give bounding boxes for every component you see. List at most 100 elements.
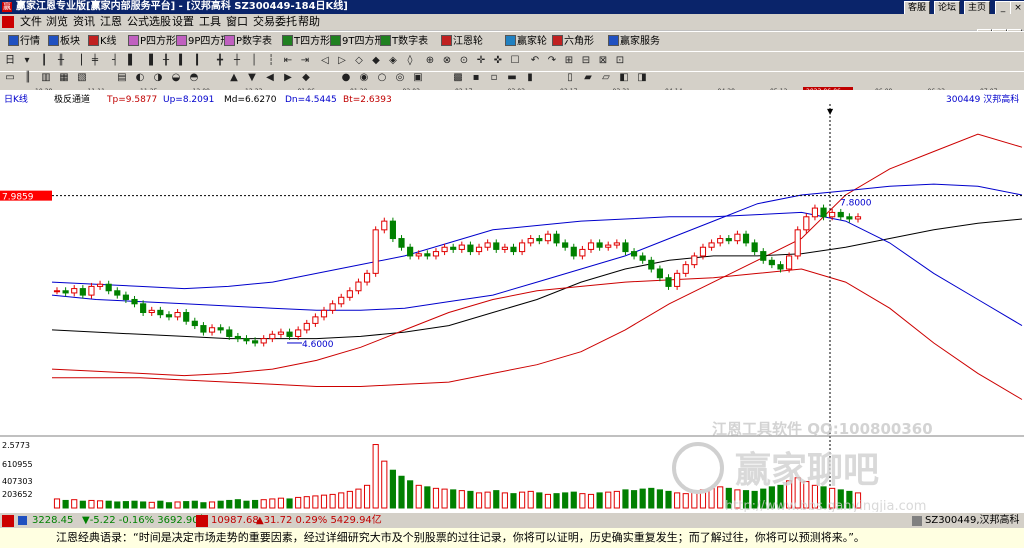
volume-bar bbox=[329, 493, 336, 509]
chart-tool-icon[interactable]: ● bbox=[340, 72, 352, 84]
chart-tool-icon[interactable]: ▮ bbox=[524, 72, 536, 84]
toolbar-button-10[interactable]: 江恩轮 bbox=[441, 34, 483, 49]
menu-browse[interactable]: 浏览 bbox=[46, 14, 68, 30]
drawing-tool-icon[interactable]: ┼ bbox=[231, 54, 243, 68]
menu-help[interactable]: 帮助 bbox=[298, 14, 320, 30]
drawing-tool-icon[interactable]: ▎ bbox=[194, 54, 206, 68]
drawing-tool-icon[interactable]: ╂ bbox=[160, 54, 172, 68]
drawing-tool-icon[interactable]: ✜ bbox=[492, 54, 504, 68]
drawing-tool-icon[interactable]: ◊ bbox=[404, 54, 416, 68]
menu-formula[interactable]: 公式选股 bbox=[127, 14, 171, 30]
chart-tool-icon[interactable]: ▰ bbox=[582, 72, 594, 84]
menu-file[interactable]: 文件 bbox=[20, 14, 42, 30]
menu-tools[interactable]: 工具 bbox=[199, 14, 221, 30]
toolbar-button-9[interactable]: T数字表 bbox=[380, 34, 428, 49]
close-button[interactable]: × bbox=[1010, 1, 1024, 15]
drawing-tool-icon[interactable]: ▐ bbox=[143, 54, 155, 68]
chart-tool-icon[interactable]: ▧ bbox=[76, 72, 88, 84]
drawing-tool-icon[interactable]: ⊞ bbox=[563, 54, 575, 68]
chart-tool-icon[interactable]: ▼ bbox=[246, 72, 258, 84]
menu-gann[interactable]: 江恩 bbox=[100, 14, 122, 30]
chart-area[interactable]: 日K线 极反通道 Tp=9.5877 Up=8.2091 Md=6.6270 Dn=4.5… bbox=[0, 90, 1024, 514]
chart-tool-icon[interactable]: ▪ bbox=[470, 72, 482, 84]
kline-chart[interactable]: 日K线 极反通道 Tp=9.5877 Up=8.2091 Md=6.6270 Dn=4.5… bbox=[0, 90, 1024, 514]
drawing-tool-icon[interactable]: ↷ bbox=[546, 54, 558, 68]
drawing-tool-icon[interactable]: ⇥ bbox=[299, 54, 311, 68]
drawing-tool-icon[interactable]: ┤ bbox=[109, 54, 121, 68]
chart-tool-icon[interactable]: ◎ bbox=[394, 72, 406, 84]
drawing-tool-icon[interactable]: ⊕ bbox=[424, 54, 436, 68]
chart-tool-icon[interactable]: ◑ bbox=[152, 72, 164, 84]
indicator-name: 极反通道 bbox=[54, 93, 90, 105]
drawing-tool-icon[interactable]: ╋ bbox=[214, 54, 226, 68]
drawing-tool-icon[interactable]: ▷ bbox=[336, 54, 348, 68]
drawing-tool-icon[interactable]: ◈ bbox=[387, 54, 399, 68]
toolbar-button-8[interactable]: 9T四方形 bbox=[330, 34, 384, 49]
chart-tool-icon[interactable]: ◧ bbox=[618, 72, 630, 84]
chart-tool-icon[interactable]: ▥ bbox=[40, 72, 52, 84]
forum-button[interactable]: 论坛 bbox=[934, 1, 961, 15]
chart-tool-icon[interactable]: ▣ bbox=[412, 72, 424, 84]
chart-tool-icon[interactable]: ◒ bbox=[170, 72, 182, 84]
menu-settings[interactable]: 设置 bbox=[172, 14, 194, 30]
drawing-tool-icon[interactable]: ⊙ bbox=[458, 54, 470, 68]
drawing-tool-icon[interactable]: ▌ bbox=[126, 54, 138, 68]
toolbar-button-6[interactable]: P数字表 bbox=[224, 34, 272, 49]
toolbar-button-7[interactable]: T四方形 bbox=[282, 34, 330, 49]
drawing-tool-icon[interactable]: ╪ bbox=[89, 54, 101, 68]
toolbar-button-11[interactable]: 赢家轮 bbox=[505, 34, 547, 49]
drawing-tool-icon[interactable]: │ bbox=[248, 54, 260, 68]
drawing-tool-icon[interactable]: 日 bbox=[4, 54, 16, 68]
chart-tool-icon[interactable]: ◓ bbox=[188, 72, 200, 84]
drawing-tool-icon[interactable]: ▍ bbox=[177, 54, 189, 68]
toolbar-button-3[interactable]: K线 bbox=[88, 34, 117, 49]
chart-tool-icon[interactable]: ◆ bbox=[300, 72, 312, 84]
minimize-button[interactable]: _ bbox=[995, 1, 1011, 15]
homepage-button[interactable]: 主页 bbox=[964, 1, 991, 15]
chart-tool-icon[interactable]: ▭ bbox=[4, 72, 16, 84]
toolbar-button-12[interactable]: 六角形 bbox=[552, 34, 594, 49]
toolbar-button-4[interactable]: P四方形 bbox=[128, 34, 176, 49]
chart-tool-icon[interactable]: ▩ bbox=[452, 72, 464, 84]
chart-tool-icon[interactable]: ▱ bbox=[600, 72, 612, 84]
chart-tool-icon[interactable]: ▦ bbox=[58, 72, 70, 84]
menu-info[interactable]: 资讯 bbox=[73, 14, 95, 30]
toolbar-button-5[interactable]: 9P四方形 bbox=[176, 34, 230, 49]
customer-service-button[interactable]: 客服 bbox=[904, 1, 931, 15]
candle-body bbox=[71, 288, 78, 294]
chart-tool-icon[interactable]: ○ bbox=[376, 72, 388, 84]
drawing-tool-icon[interactable]: ▕ bbox=[72, 54, 84, 68]
drawing-tool-icon[interactable]: ↶ bbox=[529, 54, 541, 68]
drawing-tool-icon[interactable]: ┃ bbox=[38, 54, 50, 68]
drawing-tool-icon[interactable]: ◁ bbox=[319, 54, 331, 68]
drawing-tool-icon[interactable]: ⊟ bbox=[580, 54, 592, 68]
chart-tool-icon[interactable]: ▯ bbox=[564, 72, 576, 84]
chart-tool-icon[interactable]: ▬ bbox=[506, 72, 518, 84]
chart-tool-icon[interactable]: ◉ bbox=[358, 72, 370, 84]
chart-tool-icon[interactable]: ▤ bbox=[116, 72, 128, 84]
menu-window[interactable]: 窗口 bbox=[226, 14, 248, 30]
drawing-tool-icon[interactable]: ◆ bbox=[370, 54, 382, 68]
chart-tool-icon[interactable]: ◀ bbox=[264, 72, 276, 84]
drawing-tool-icon[interactable]: ⇤ bbox=[282, 54, 294, 68]
drawing-tool-icon[interactable]: ⊡ bbox=[614, 54, 626, 68]
drawing-tool-icon[interactable]: ☐ bbox=[509, 54, 521, 68]
chart-tool-icon[interactable]: ▶ bbox=[282, 72, 294, 84]
drawing-tool-icon[interactable]: ▾ bbox=[21, 54, 33, 68]
chart-tool-icon[interactable]: ║ bbox=[22, 72, 34, 84]
drawing-tool-icon[interactable]: ⊠ bbox=[597, 54, 609, 68]
menu-trade[interactable]: 交易委托 bbox=[253, 14, 297, 30]
toolbar-button-1[interactable]: 行情 bbox=[8, 34, 40, 49]
drawing-tool-icon[interactable]: ✛ bbox=[475, 54, 487, 68]
drawing-tool-icon[interactable]: ╫ bbox=[55, 54, 67, 68]
drawing-tool-icon[interactable]: ⊗ bbox=[441, 54, 453, 68]
drawing-tool-icon[interactable]: ┆ bbox=[265, 54, 277, 68]
toolbar-button-13[interactable]: 赢家服务 bbox=[608, 34, 660, 49]
chart-tool-icon[interactable]: ◨ bbox=[636, 72, 648, 84]
drawing-tool-icon[interactable]: ◇ bbox=[353, 54, 365, 68]
candle-body bbox=[286, 331, 293, 337]
chart-tool-icon[interactable]: ▲ bbox=[228, 72, 240, 84]
chart-tool-icon[interactable]: ▫ bbox=[488, 72, 500, 84]
toolbar-button-2[interactable]: 板块 bbox=[48, 34, 80, 49]
chart-tool-icon[interactable]: ◐ bbox=[134, 72, 146, 84]
